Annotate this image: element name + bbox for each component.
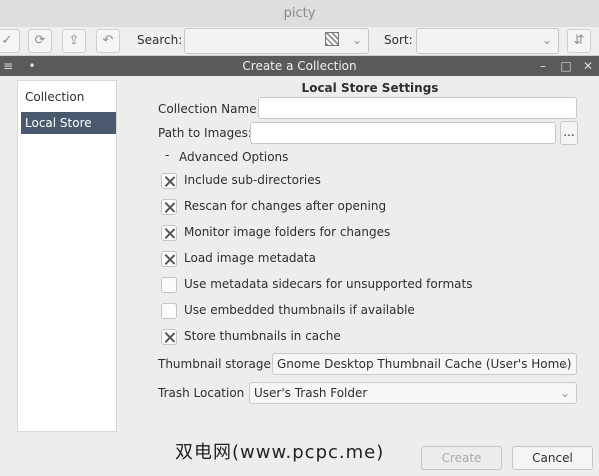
chevron-down-icon: ⌄ [559,357,570,371]
clear-search-icon[interactable] [325,32,339,46]
browse-button[interactable]: ... [560,121,578,145]
chevron-down-icon[interactable]: ⌄ [352,33,362,47]
advanced-options-toggle[interactable]: Advanced Options [179,148,288,166]
rescan-label: Rescan for changes after opening [184,199,387,213]
import-button[interactable]: ⇪ [62,29,86,53]
monitor-folders-label: Monitor image folders for changes [184,225,391,239]
metadata-sidecars-checkbox[interactable] [161,277,177,293]
collection-types-header: Collection Types [25,90,85,126]
sort-order-icon: ⇵ [573,33,585,48]
maximize-icon[interactable]: □ [559,56,573,76]
section-title: Local Store Settings [301,81,439,95]
rescan-checkbox[interactable] [161,199,177,215]
trash-location-label: Trash Location [158,386,245,400]
include-subdirectories-checkbox[interactable] [161,173,177,189]
monitor-folders-checkbox[interactable] [161,225,177,241]
select-tool-button[interactable]: ✓ [0,29,20,53]
thumbnail-storage-label: Thumbnail storage [158,357,271,371]
watermark-text: 双电网(www.pcpc.me) [175,442,385,463]
create-button[interactable]: Create [421,446,502,470]
thumbnail-storage-value: Gnome Desktop Thumbnail Cache (User's Ho… [277,357,572,371]
app-titlebar: picty [0,0,599,27]
close-icon[interactable]: ✕ [581,56,595,76]
metadata-sidecars-label: Use metadata sidecars for unsupported fo… [184,277,473,291]
embedded-thumbnails-checkbox[interactable] [161,303,177,319]
minimize-icon[interactable]: – [536,56,550,76]
chevron-down-icon[interactable]: ⌄ [542,33,552,47]
collapse-icon[interactable]: - [165,148,169,162]
app-title: picty [283,6,316,21]
chevron-down-icon: ⌄ [559,386,570,400]
load-metadata-label: Load image metadata [184,251,316,265]
dialog-titlebar: ≡ • Create a Collection – □ ✕ [0,56,599,76]
thumbnail-storage-dropdown[interactable]: Gnome Desktop Thumbnail Cache (User's Ho… [272,353,577,375]
trash-location-dropdown[interactable]: User's Trash Folder ⌄ [249,382,577,404]
path-label: Path to Images: [158,126,252,140]
collection-types-list: Collection Types Local Store [17,80,117,432]
refresh-icon: ⟳ [34,33,46,48]
undo-button[interactable]: ↶ [96,29,120,53]
collection-name-label: Collection Name: [158,102,261,116]
upload-icon: ⇪ [68,33,80,48]
load-metadata-checkbox[interactable] [161,251,177,267]
checkmark-icon: ✓ [1,33,13,48]
refresh-button[interactable]: ⟳ [28,29,52,53]
store-thumbnails-checkbox[interactable] [161,329,177,345]
sort-combo[interactable]: ⌄ [416,28,559,54]
undo-icon: ↶ [102,33,114,48]
trash-location-value: User's Trash Folder [254,386,368,400]
sort-label: Sort: [384,33,413,47]
store-thumbnails-label: Store thumbnails in cache [184,329,341,343]
sidebar-item-local-store[interactable]: Local Store [21,112,116,134]
search-combo[interactable]: ⌄ [184,28,369,54]
sort-order-button[interactable]: ⇵ [567,29,591,53]
path-field[interactable] [250,122,556,144]
search-label: Search: [137,33,183,47]
embedded-thumbnails-label: Use embedded thumbnails if available [184,303,415,317]
dialog-title: Create a Collection [242,59,357,73]
collection-name-field[interactable] [258,97,577,119]
cancel-button[interactable]: Cancel [512,446,593,470]
include-subdirectories-label: Include sub-directories [184,173,321,187]
